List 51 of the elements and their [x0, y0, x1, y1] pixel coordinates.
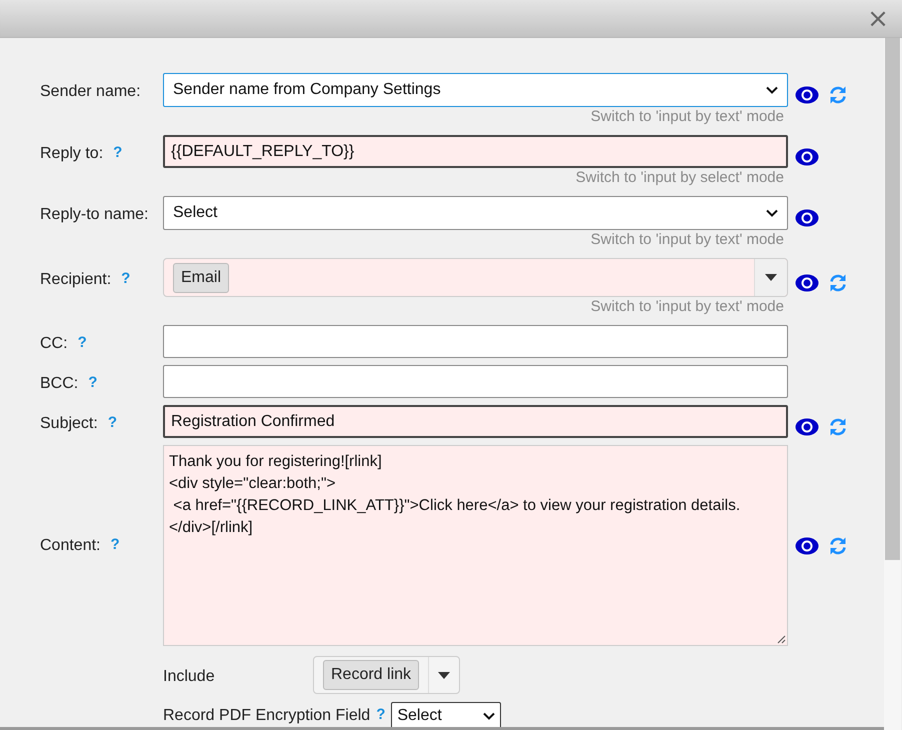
caret-icon	[438, 672, 450, 678]
refresh-icon[interactable]	[828, 416, 848, 436]
field-label: Reply to:	[40, 144, 104, 164]
select-field[interactable]: Select	[163, 196, 788, 230]
field-label: Subject:	[40, 414, 98, 434]
help-icon[interactable]: ?	[78, 332, 87, 355]
content-textarea[interactable]: Thank you for registering![rlink] <div style="clear:both;"> <a href="{{RECORD_LINK_ATT}}">Click here</a> to view your registration details. </div>[/rlink]	[163, 445, 788, 646]
eye-icon[interactable]	[795, 86, 819, 104]
mode-switch-link[interactable]: Switch to 'input by text' mode	[590, 106, 784, 129]
mode-switch-link[interactable]: Switch to 'input by text' mode	[590, 296, 784, 319]
eye-icon[interactable]	[795, 209, 819, 227]
eye-icon[interactable]	[795, 536, 819, 554]
include-select[interactable]: Record link	[313, 656, 460, 694]
select-field[interactable]: Sender name from Company Settings	[163, 73, 788, 107]
input-field[interactable]: {{DEFAULT_REPLY_TO}}	[163, 135, 788, 168]
chevron-icon	[766, 209, 778, 217]
eye-icon[interactable]	[795, 274, 819, 292]
field-label: Content:	[40, 536, 100, 556]
refresh-icon[interactable]	[828, 85, 848, 105]
input-field[interactable]	[163, 325, 788, 358]
chevron-icon	[483, 712, 496, 720]
tag: Record link	[323, 660, 420, 690]
refresh-icon[interactable]	[828, 272, 848, 292]
help-icon[interactable]: ?	[376, 704, 386, 727]
help-icon[interactable]: ?	[121, 268, 130, 291]
field-label: BCC:	[40, 374, 78, 394]
eye-icon[interactable]	[795, 148, 819, 166]
eye-icon[interactable]	[795, 418, 819, 436]
help-icon[interactable]: ?	[88, 372, 98, 395]
tag-select-field[interactable]: Email	[163, 258, 788, 297]
refresh-icon[interactable]	[828, 536, 848, 556]
select-field[interactable]: Select	[391, 702, 502, 729]
field-label: Recipient:	[40, 270, 112, 290]
help-icon[interactable]: ?	[108, 412, 117, 435]
field-label: Sender name:	[40, 82, 141, 102]
input-field[interactable]: Registration Confirmed	[163, 405, 788, 438]
field-label: Reply-to name:	[40, 205, 148, 225]
help-icon[interactable]: ?	[110, 534, 120, 557]
pdf-encryption-label: Record PDF Encryption Field	[163, 706, 370, 726]
chevron-icon	[766, 86, 778, 94]
close-button[interactable]: ×	[868, 6, 888, 30]
scrollbar-thumb[interactable]	[885, 38, 900, 560]
help-icon[interactable]: ?	[113, 142, 122, 165]
include-label: Include	[163, 667, 216, 687]
mode-switch-link[interactable]: Switch to 'input by select' mode	[576, 167, 784, 190]
input-field[interactable]	[163, 365, 788, 398]
caret-icon	[765, 274, 777, 281]
resize-grip-icon[interactable]	[776, 634, 786, 644]
tag: Email	[173, 262, 230, 292]
mode-switch-link[interactable]: Switch to 'input by text' mode	[590, 229, 784, 252]
field-label: CC:	[40, 334, 68, 354]
